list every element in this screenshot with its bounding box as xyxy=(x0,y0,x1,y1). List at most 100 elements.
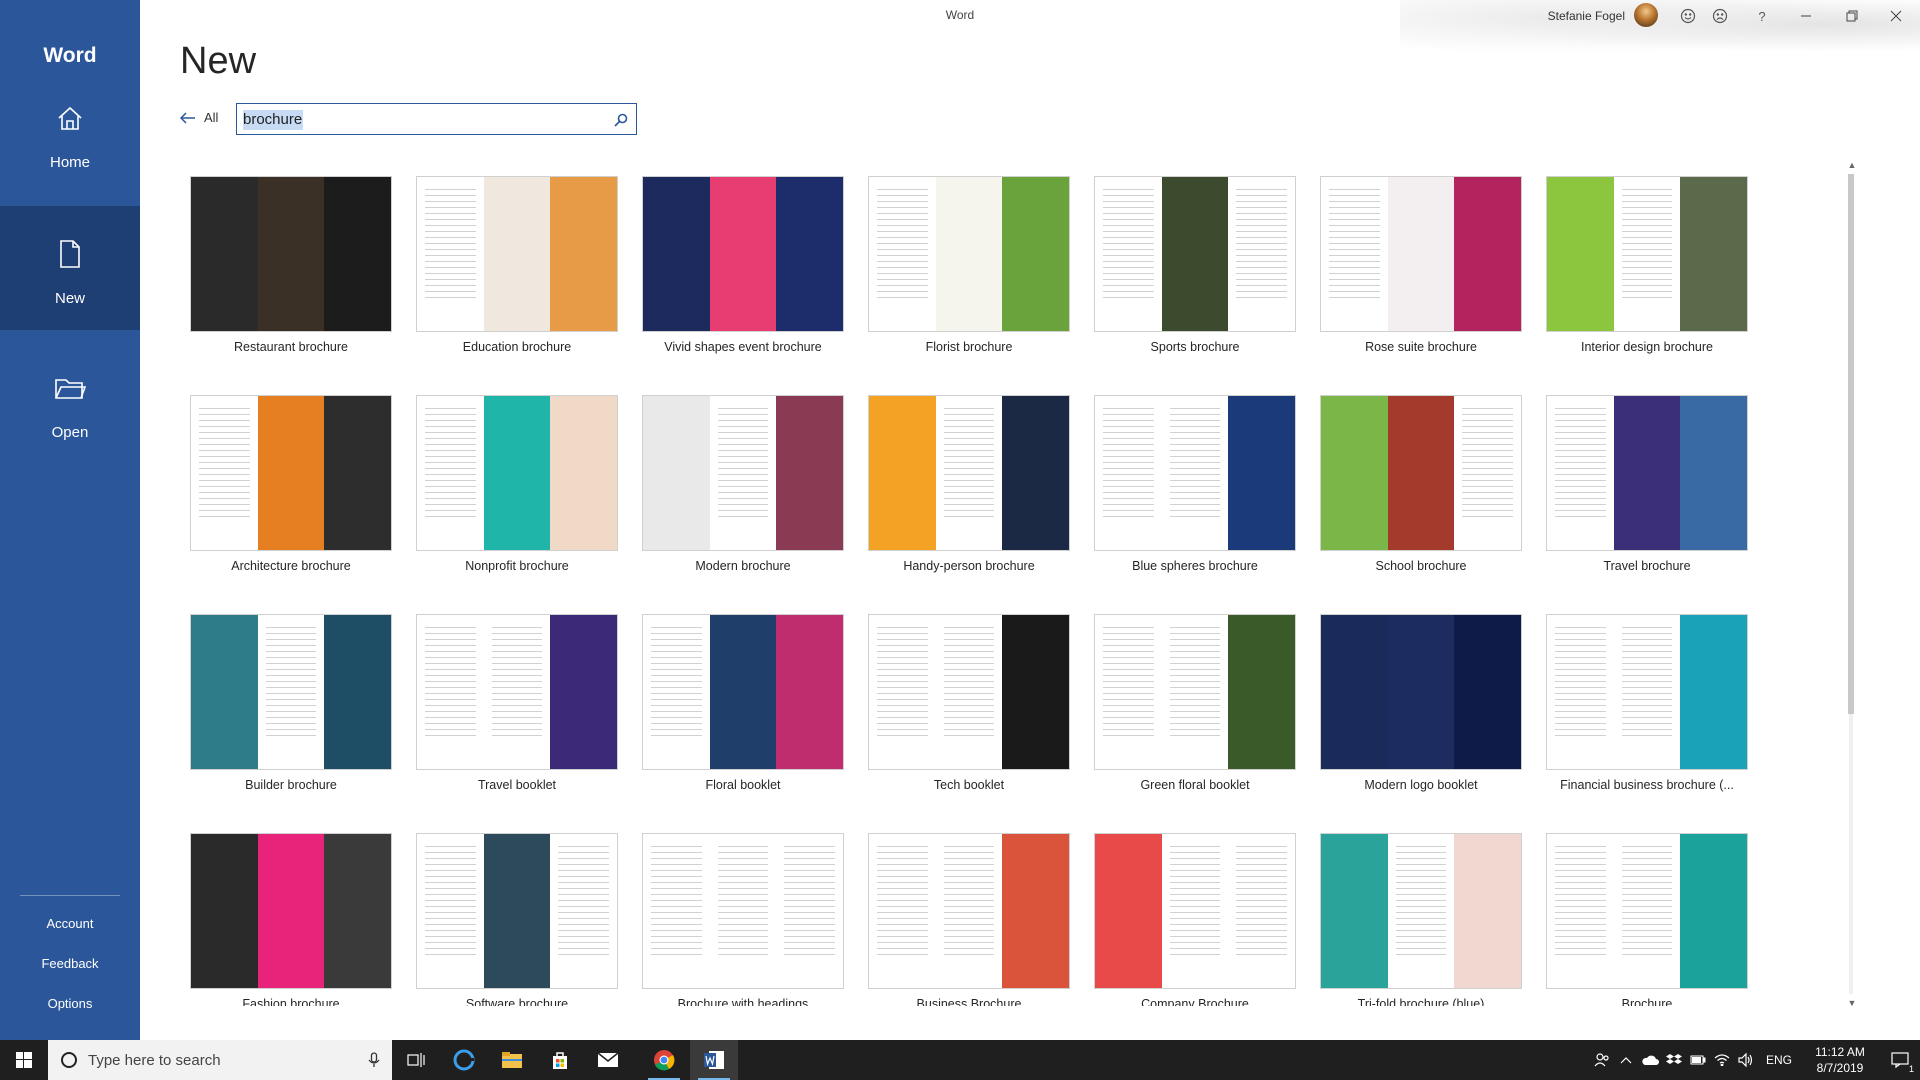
template-tile[interactable]: Travel booklet xyxy=(416,612,618,812)
nav-open[interactable]: Open xyxy=(0,340,140,464)
template-thumbnail xyxy=(1094,833,1296,989)
template-tile[interactable]: Brochure with headings xyxy=(642,831,844,1006)
template-name: Restaurant brochure xyxy=(234,340,348,354)
template-tile[interactable]: School brochure xyxy=(1320,393,1522,593)
thumbnail-panel xyxy=(1002,615,1069,769)
template-name: Travel brochure xyxy=(1603,559,1691,573)
template-tile[interactable]: Florist brochure xyxy=(868,174,1070,374)
thumbnail-panel xyxy=(1454,834,1521,988)
scroll-up-icon[interactable]: ▲ xyxy=(1847,160,1857,170)
template-tile[interactable]: Education brochure xyxy=(416,174,618,374)
chevron-up-icon[interactable] xyxy=(1614,1040,1638,1080)
thumbnail-panel xyxy=(869,177,936,331)
folder-open-icon xyxy=(50,368,90,408)
thumbnail-panel xyxy=(1387,177,1455,331)
search-icon[interactable] xyxy=(610,109,632,131)
nav-account[interactable]: Account xyxy=(0,916,140,931)
template-tile[interactable]: Builder brochure xyxy=(190,612,392,812)
help-button[interactable]: ? xyxy=(1750,4,1774,28)
template-tile[interactable]: Software brochure xyxy=(416,831,618,1006)
close-icon[interactable] xyxy=(1884,4,1908,28)
store-icon[interactable] xyxy=(536,1040,584,1080)
nav-new[interactable]: New xyxy=(0,206,140,330)
template-tile[interactable]: Modern logo booklet xyxy=(1320,612,1522,812)
minimize-icon[interactable] xyxy=(1794,4,1818,28)
new-document-icon xyxy=(50,234,90,274)
mail-icon[interactable] xyxy=(584,1040,632,1080)
template-name: Florist brochure xyxy=(925,340,1013,354)
template-tile[interactable]: Architecture brochure xyxy=(190,393,392,593)
smile-feedback-icon[interactable] xyxy=(1676,4,1700,28)
template-tile[interactable]: Sports brochure xyxy=(1094,174,1296,374)
scroll-thumb[interactable] xyxy=(1848,174,1854,714)
microphone-icon[interactable] xyxy=(368,1052,380,1068)
template-tile[interactable]: Rose suite brochure xyxy=(1320,174,1522,374)
notifications-icon[interactable]: 1 xyxy=(1880,1040,1920,1080)
thumbnail-panel xyxy=(1547,396,1614,550)
template-thumbnail xyxy=(642,176,844,332)
frown-feedback-icon[interactable] xyxy=(1708,4,1732,28)
template-tile[interactable]: Brochure xyxy=(1546,831,1748,1006)
input-language[interactable]: ENG xyxy=(1766,1053,1792,1067)
template-tile[interactable]: Company Brochure xyxy=(1094,831,1296,1006)
taskbar-search-box[interactable]: Type here to search xyxy=(48,1040,392,1080)
nav-feedback[interactable]: Feedback xyxy=(0,956,140,971)
template-tile[interactable]: Restaurant brochure xyxy=(190,174,392,374)
restore-icon[interactable] xyxy=(1840,4,1864,28)
edge-browser-icon[interactable] xyxy=(440,1040,488,1080)
text-placeholder-lines xyxy=(943,627,995,737)
thumbnail-panel xyxy=(483,396,551,550)
scroll-down-icon[interactable]: ▼ xyxy=(1847,998,1857,1008)
back-to-all-button[interactable]: All xyxy=(180,110,218,125)
page-title: New xyxy=(180,40,257,82)
template-tile[interactable]: Handy-person brochure xyxy=(868,393,1070,593)
template-tile[interactable]: Financial business brochure (... xyxy=(1546,612,1748,812)
title-bar: Word Stefanie Fogel ? xyxy=(140,0,1920,60)
thumbnail-panel xyxy=(1002,396,1069,550)
file-explorer-icon[interactable] xyxy=(488,1040,536,1080)
chrome-icon[interactable] xyxy=(640,1040,688,1080)
thumbnail-panel xyxy=(935,396,1003,550)
thumbnail-panel xyxy=(417,177,484,331)
app-brand: Word xyxy=(43,44,97,67)
thumbnail-panel xyxy=(709,396,777,550)
template-tile[interactable]: Tech booklet xyxy=(868,612,1070,812)
vertical-scrollbar[interactable]: ▲ ▼ xyxy=(1844,160,1860,1008)
template-tile[interactable]: Green floral booklet xyxy=(1094,612,1296,812)
thumbnail-panel xyxy=(1680,396,1747,550)
windows-taskbar: Type here to search ENG 11:12 AM 8/7/201… xyxy=(0,1040,1920,1080)
template-tile[interactable]: Floral booklet xyxy=(642,612,844,812)
people-icon[interactable] xyxy=(1590,1040,1614,1080)
template-tile[interactable]: Nonprofit brochure xyxy=(416,393,618,593)
onedrive-icon[interactable] xyxy=(1638,1040,1662,1080)
taskbar-clock[interactable]: 11:12 AM 8/7/2019 xyxy=(1800,1044,1880,1076)
nav-home[interactable]: Home xyxy=(0,70,140,194)
avatar[interactable] xyxy=(1634,3,1658,27)
template-tile[interactable]: Travel brochure xyxy=(1546,393,1748,593)
template-tile[interactable]: Vivid shapes event brochure xyxy=(642,174,844,374)
template-search-input[interactable] xyxy=(241,108,601,130)
task-view-icon[interactable] xyxy=(392,1040,440,1080)
windows-start-icon[interactable] xyxy=(0,1040,48,1080)
template-tile[interactable]: Modern brochure xyxy=(642,393,844,593)
text-placeholder-lines xyxy=(1555,846,1606,956)
user-name[interactable]: Stefanie Fogel xyxy=(1548,9,1625,23)
template-thumbnail xyxy=(1320,176,1522,332)
battery-icon[interactable] xyxy=(1686,1040,1710,1080)
template-tile[interactable]: Blue spheres brochure xyxy=(1094,393,1296,593)
wifi-icon[interactable] xyxy=(1710,1040,1734,1080)
template-tile[interactable]: Business Brochure xyxy=(868,831,1070,1006)
text-placeholder-lines xyxy=(1169,408,1221,518)
nav-options[interactable]: Options xyxy=(0,996,140,1011)
template-tile[interactable]: Interior design brochure xyxy=(1546,174,1748,374)
volume-icon[interactable] xyxy=(1734,1040,1758,1080)
thumbnail-panel xyxy=(869,834,936,988)
template-search-box[interactable] xyxy=(236,103,637,135)
template-thumbnail xyxy=(1094,176,1296,332)
dropbox-icon[interactable] xyxy=(1662,1040,1686,1080)
template-tile[interactable]: Tri-fold brochure (blue) xyxy=(1320,831,1522,1006)
word-app-icon[interactable] xyxy=(690,1040,738,1080)
template-tile[interactable]: Fashion brochure xyxy=(190,831,392,1006)
template-name: Modern brochure xyxy=(695,559,791,573)
template-thumbnail xyxy=(642,614,844,770)
